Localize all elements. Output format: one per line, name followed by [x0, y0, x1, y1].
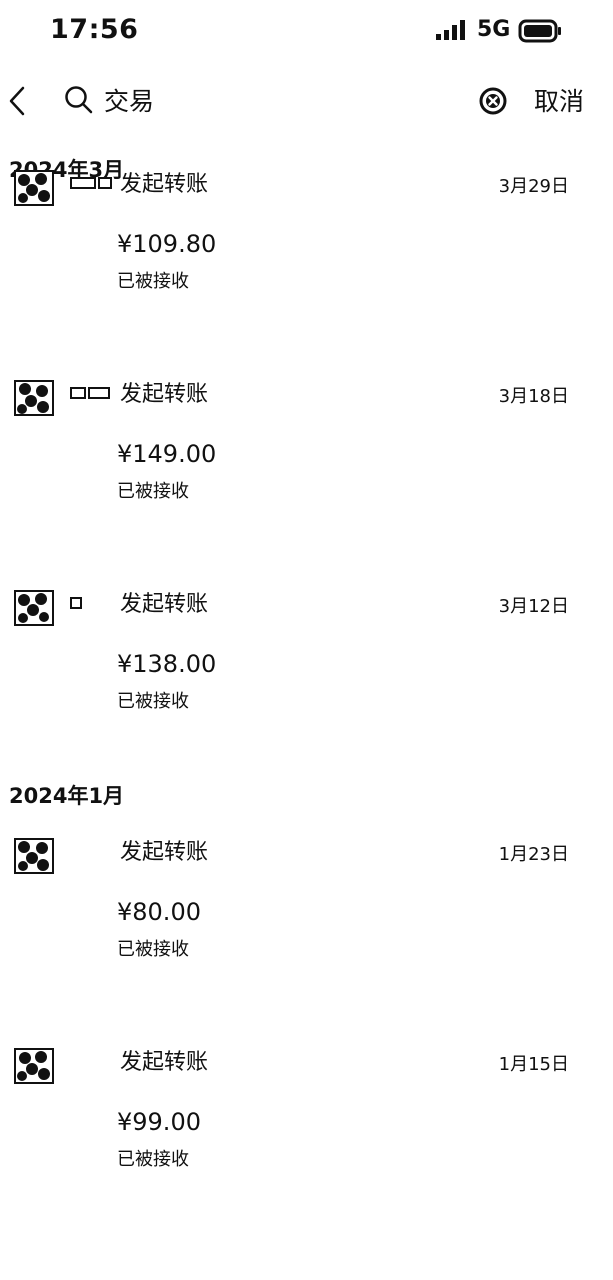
transaction-row[interactable]: 发起转账 3月18日 ¥149.00 已被接收 — [0, 372, 613, 582]
counterparty-name-redacted — [70, 177, 112, 189]
network-label: 5G — [477, 17, 511, 42]
transaction-status: 已被接收 — [117, 939, 189, 960]
avatar-icon — [14, 590, 54, 626]
battery-icon — [518, 19, 562, 47]
transaction-row[interactable]: 发起转账 1月23日 ¥80.00 已被接收 — [0, 830, 613, 1040]
avatar-icon — [14, 170, 54, 206]
clear-button[interactable] — [478, 86, 508, 116]
transaction-date: 3月29日 — [498, 176, 569, 197]
transaction-amount: ¥109.80 — [117, 230, 217, 258]
transaction-title: 发起转账 — [120, 382, 209, 407]
counterparty-name-redacted — [70, 597, 82, 609]
cancel-button[interactable]: 取消 — [534, 82, 584, 118]
back-button[interactable] — [0, 80, 34, 122]
transaction-row[interactable]: 发起转账 1月15日 ¥99.00 已被接收 — [0, 1040, 613, 1250]
search-icon — [64, 85, 94, 119]
search-input[interactable] — [104, 80, 444, 120]
search-header: 取消 — [0, 72, 613, 128]
transaction-amount: ¥149.00 — [117, 440, 217, 468]
signal-icon — [436, 18, 470, 48]
status-bar: 17:56 5G — [0, 0, 613, 62]
back-arrow-icon — [9, 86, 25, 116]
transaction-status: 已被接收 — [117, 1149, 189, 1170]
status-time: 17:56 — [50, 14, 139, 45]
clear-icon — [479, 87, 507, 115]
transaction-status: 已被接收 — [117, 481, 189, 502]
month-header: 2024年1月 — [9, 784, 125, 808]
transaction-row[interactable]: 发起转账 3月12日 ¥138.00 已被接收 — [0, 582, 613, 776]
transaction-search-screen: 17:56 5G 交易 取消 2024年3月 发起转账 3月29日 ¥109.8… — [0, 0, 613, 1280]
transaction-amount: ¥99.00 — [117, 1108, 201, 1136]
transaction-amount: ¥138.00 — [117, 650, 217, 678]
transaction-title: 发起转账 — [120, 1050, 209, 1075]
transaction-title: 发起转账 — [120, 840, 209, 865]
counterparty-name-redacted — [70, 387, 110, 399]
transaction-date: 3月18日 — [498, 386, 569, 407]
transaction-title: 发起转账 — [120, 592, 209, 617]
transaction-title: 发起转账 — [120, 172, 209, 197]
transaction-list: 2024年3月 发起转账 3月29日 ¥109.80 已被接收 发起转账 3月1… — [0, 150, 613, 1250]
transaction-status: 已被接收 — [117, 271, 189, 292]
transaction-date: 1月23日 — [498, 844, 569, 865]
avatar-icon — [14, 380, 54, 416]
avatar-icon — [14, 838, 54, 874]
transaction-date: 3月12日 — [498, 596, 569, 617]
transaction-row[interactable]: 发起转账 3月29日 ¥109.80 已被接收 — [0, 162, 613, 372]
transaction-status: 已被接收 — [117, 691, 189, 712]
avatar-icon — [14, 1048, 54, 1084]
transaction-amount: ¥80.00 — [117, 898, 201, 926]
transaction-date: 1月15日 — [498, 1054, 569, 1075]
